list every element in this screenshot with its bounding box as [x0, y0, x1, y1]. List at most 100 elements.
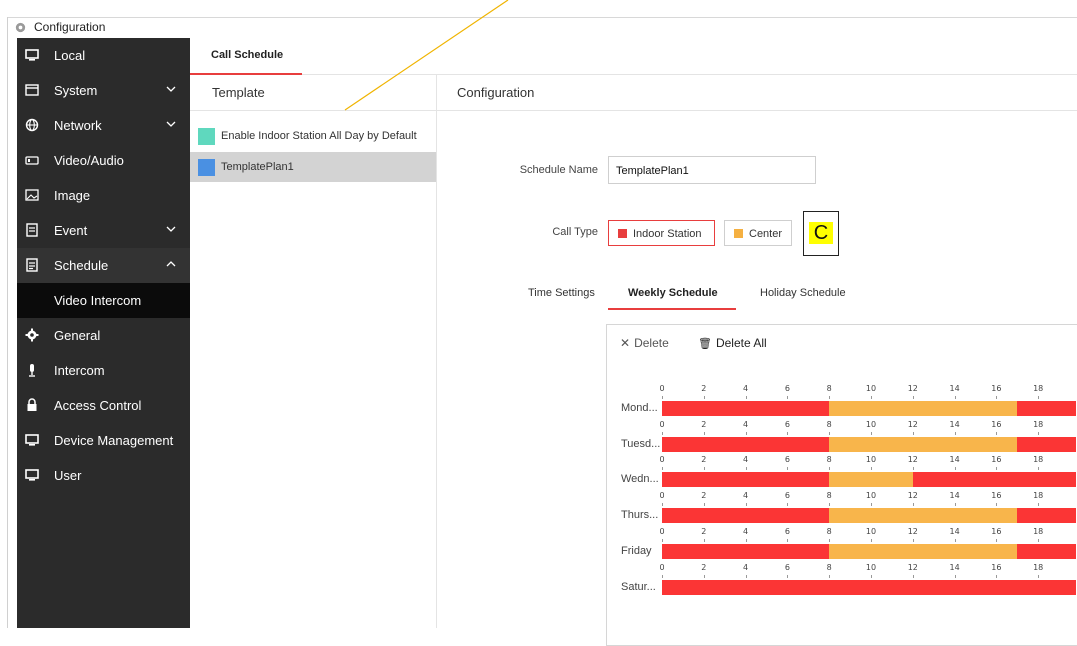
time-tick-label: 2	[701, 491, 707, 501]
chevron-down-icon	[166, 226, 176, 232]
time-tick-label: 0	[659, 419, 665, 429]
time-tick-mark	[954, 574, 956, 578]
time-tick-label: 18	[1033, 562, 1044, 572]
time-tick-label: 14	[949, 455, 960, 465]
time-tick-label: 16	[991, 491, 1002, 501]
time-tick-label: 8	[826, 526, 832, 536]
time-tick-label: 4	[743, 384, 749, 393]
time-tick-label: 4	[743, 526, 749, 536]
time-tick-label: 10	[865, 526, 877, 536]
schedule-segment-indoor[interactable]	[662, 579, 1076, 595]
annotation-letter: C	[809, 222, 833, 244]
time-tick-mark	[829, 503, 831, 507]
globe-icon	[25, 118, 39, 132]
time-tick-mark	[996, 467, 998, 471]
time-tick-mark	[745, 396, 747, 399]
schedule-segment-indoor[interactable]	[1017, 436, 1076, 452]
call-type-indoor-station[interactable]: Indoor Station	[608, 220, 715, 246]
time-tick-mark	[703, 574, 705, 578]
configuration-title: Configuration	[457, 85, 535, 100]
sidebar-item-label: Schedule	[54, 258, 109, 273]
sidebar-item-image[interactable]: Image	[17, 178, 190, 213]
time-tick-label: 0	[659, 491, 665, 501]
time-tick-mark	[1038, 574, 1040, 578]
calendar-icon	[26, 258, 38, 272]
sidebar-item-local[interactable]: Local	[17, 38, 190, 73]
time-tick-mark	[829, 538, 831, 542]
time-tick-label: 10	[865, 491, 877, 501]
time-tick-mark	[1038, 396, 1040, 399]
time-tick-label: 8	[826, 384, 832, 393]
time-tick-label: :	[1072, 563, 1077, 572]
lock-icon	[27, 398, 37, 411]
time-tick-label: 6	[784, 455, 790, 465]
template-item-selected[interactable]: TemplatePlan1	[190, 152, 436, 182]
schedule-segment-indoor[interactable]	[1017, 543, 1076, 559]
time-tick-label: 6	[784, 526, 790, 536]
schedule-segment-indoor[interactable]	[662, 543, 830, 559]
time-tick-label: 18	[1033, 526, 1044, 536]
sidebar-item-general[interactable]: General	[17, 318, 190, 353]
window-icon	[25, 84, 39, 96]
tab-holiday-schedule[interactable]: Holiday Schedule	[760, 287, 846, 299]
schedule-segment-indoor[interactable]	[662, 472, 830, 488]
time-tick-label: 14	[949, 562, 960, 572]
time-tick-mark	[662, 503, 663, 507]
sidebar-item-access-control[interactable]: Access Control	[17, 388, 190, 423]
configuration-header: Configuration	[437, 75, 1077, 111]
schedule-segment-center[interactable]	[829, 472, 913, 488]
event-icon	[26, 223, 38, 237]
schedule-segment-indoor[interactable]	[912, 472, 1076, 488]
time-tick-mark	[703, 431, 705, 435]
sidebar-item-system[interactable]: System	[17, 73, 190, 108]
day-label: Satur...	[621, 580, 656, 593]
time-tick-mark	[996, 574, 998, 578]
sidebar-item-network[interactable]: Network	[17, 108, 190, 143]
time-tick-mark	[996, 538, 998, 542]
time-tick-label: 14	[949, 526, 960, 536]
time-tick-mark	[787, 396, 789, 399]
call-type-center[interactable]: Center	[724, 220, 792, 246]
time-tick-label: 16	[991, 384, 1002, 393]
schedule-segment-indoor[interactable]	[662, 508, 830, 524]
schedule-segment-indoor[interactable]	[662, 436, 830, 452]
tab-weekly-schedule[interactable]: Weekly Schedule	[628, 287, 718, 299]
sidebar-subitem-video-intercom[interactable]: Video Intercom	[17, 283, 190, 318]
template-color-swatch	[198, 128, 215, 145]
schedule-segment-indoor[interactable]	[662, 401, 830, 416]
delete-label: Delete	[634, 336, 669, 350]
time-tick-label: 18	[1033, 455, 1044, 465]
time-tick-label: 4	[743, 419, 749, 429]
sidebar-item-user[interactable]: User	[17, 458, 190, 493]
schedule-segment-center[interactable]	[829, 401, 1018, 416]
schedule-segment-center[interactable]	[829, 436, 1018, 452]
time-tick-mark	[787, 538, 789, 542]
schedule-segment-indoor[interactable]	[1017, 401, 1076, 416]
schedule-segment-center[interactable]	[829, 508, 1018, 524]
delete-all-button[interactable]: 🗑 Delete All	[698, 336, 767, 350]
template-item-label: Enable Indoor Station All Day by Default	[221, 130, 417, 142]
tab-call-schedule[interactable]: Call Schedule	[190, 38, 302, 75]
day-label: Friday	[621, 544, 652, 557]
delete-button[interactable]: ✕ Delete	[620, 336, 669, 350]
sidebar-item-device-management[interactable]: Device Management	[17, 423, 190, 458]
time-tick-mark	[996, 431, 998, 435]
schedule-name-input[interactable]: TemplatePlan1	[608, 156, 816, 184]
time-tick-mark	[912, 431, 914, 435]
screen-top-margin	[0, 0, 1077, 17]
time-tick-label: 4	[743, 491, 749, 501]
annotation-box: C	[803, 211, 839, 256]
sidebar-item-intercom[interactable]: Intercom	[17, 353, 190, 388]
time-tick-mark	[745, 431, 747, 435]
sidebar-item-video-audio[interactable]: Video/Audio	[17, 143, 190, 178]
template-title: Template	[212, 85, 265, 100]
sidebar-item-event[interactable]: Event	[17, 213, 190, 248]
schedule-segment-center[interactable]	[829, 543, 1018, 559]
template-item[interactable]: Enable Indoor Station All Day by Default	[190, 121, 436, 151]
day-label: Tuesd...	[621, 437, 661, 450]
sidebar-item-schedule[interactable]: Schedule	[17, 248, 190, 283]
schedule-segment-indoor[interactable]	[1017, 508, 1076, 524]
time-tick-mark	[745, 538, 747, 542]
template-header: Template	[190, 75, 436, 111]
time-tick-label: 2	[701, 562, 707, 572]
